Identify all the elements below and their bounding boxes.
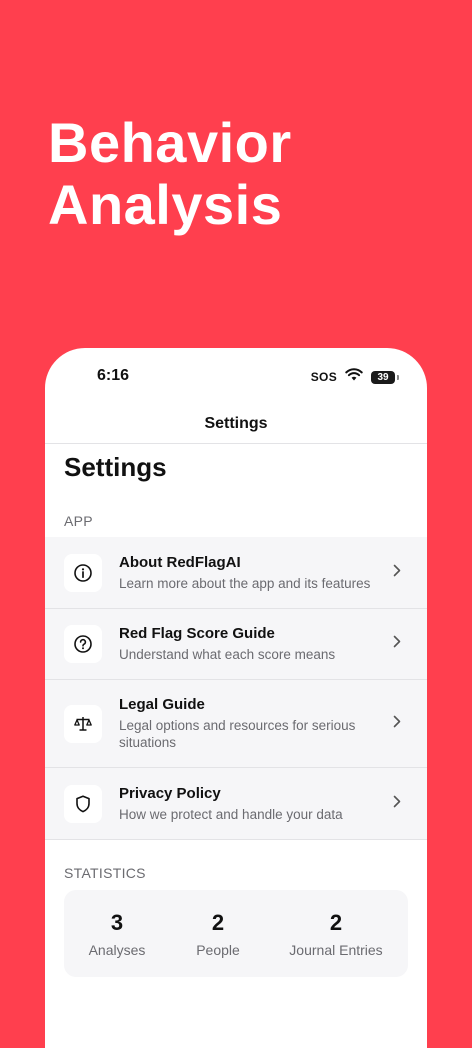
- battery-level: 39: [377, 371, 389, 383]
- settings-item-about[interactable]: About RedFlagAI Learn more about the app…: [45, 537, 427, 609]
- page-title: Settings: [64, 452, 167, 482]
- section-header-statistics: STATISTICS: [64, 865, 146, 881]
- sos-indicator: SOS: [310, 370, 337, 384]
- stat-journal-entries: 2 Journal Entries: [286, 910, 386, 958]
- stat-label: People: [196, 941, 240, 958]
- settings-item-subtitle: Legal options and resources for serious …: [119, 718, 356, 750]
- stat-label: Journal Entries: [289, 941, 383, 958]
- status-time: 6:16: [97, 367, 130, 384]
- hero-title-line-1: Behavior: [48, 111, 292, 174]
- stat-label: Analyses: [88, 941, 146, 958]
- stat-analyses: 3 Analyses: [86, 910, 148, 958]
- hero-title-line-2: Analysis: [48, 173, 283, 236]
- status-bar: 6:16 SOS 39: [45, 348, 427, 404]
- section-header-app: APP: [64, 513, 93, 529]
- navigation-bar: Settings: [45, 404, 427, 444]
- chevron-right-icon: [393, 795, 403, 813]
- settings-item-legal-guide[interactable]: Legal Guide Legal options and resources …: [45, 680, 427, 768]
- settings-item-privacy-policy[interactable]: Privacy Policy How we protect and handle…: [45, 768, 427, 840]
- scales-icon: [64, 704, 102, 743]
- hero-title: Behavior Analysis: [48, 112, 292, 236]
- settings-list: About RedFlagAI Learn more about the app…: [45, 537, 427, 840]
- stat-value: 3: [110, 909, 124, 935]
- settings-item-title: Privacy Policy: [119, 784, 221, 802]
- stat-value: 2: [211, 909, 225, 935]
- settings-item-subtitle: Learn more about the app and its feature…: [119, 575, 371, 591]
- battery-icon: 39: [371, 370, 395, 384]
- settings-item-title: Red Flag Score Guide: [119, 625, 275, 642]
- settings-item-subtitle: Understand what each score means: [119, 647, 336, 662]
- chevron-right-icon: [393, 715, 403, 733]
- stat-people: 2 People: [192, 910, 244, 958]
- phone-screen: 6:16 SOS 39 Settings Settings APP About …: [45, 348, 427, 1048]
- settings-item-subtitle: How we protect and handle your data: [119, 806, 343, 822]
- info-icon: [64, 553, 102, 592]
- statistics-card: 3 Analyses 2 People 2 Journal Entries: [64, 890, 408, 977]
- settings-item-title: Legal Guide: [119, 696, 205, 713]
- chevron-right-icon: [393, 635, 403, 653]
- status-indicators: SOS 39: [311, 368, 399, 386]
- chevron-right-icon: [393, 564, 403, 582]
- stat-value: 2: [329, 909, 343, 935]
- question-icon: [64, 625, 102, 663]
- nav-title: Settings: [204, 414, 268, 432]
- settings-item-score-guide[interactable]: Red Flag Score Guide Understand what eac…: [45, 609, 427, 680]
- settings-item-title: About RedFlagAI: [119, 553, 241, 571]
- shield-icon: [64, 784, 102, 823]
- wifi-icon: [345, 368, 363, 386]
